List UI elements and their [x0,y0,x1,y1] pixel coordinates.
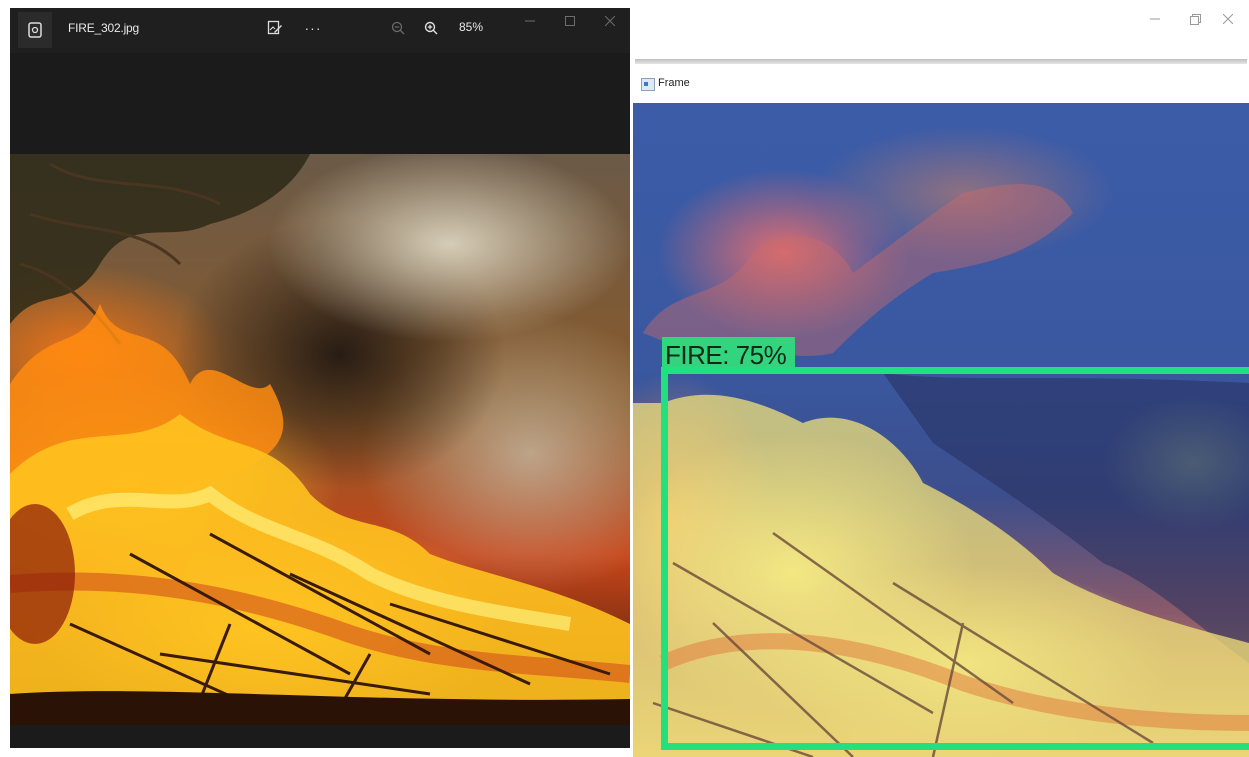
more-options-icon[interactable]: ··· [302,17,324,39]
viewer-titlebar: FIRE_302.jpg ··· 85% [10,8,630,53]
detection-label: FIRE: 75% [665,340,787,370]
minimize-icon[interactable] [515,10,545,32]
maximize-icon[interactable] [555,10,585,32]
frame-window: Frame FIRE: 75% [633,0,1249,757]
outer-close-icon[interactable] [1213,8,1243,30]
photo-app-icon[interactable] [18,12,52,48]
zoom-out-icon[interactable] [387,17,409,39]
frame-title: Frame [658,77,690,89]
window-border [635,59,1247,64]
zoom-in-icon[interactable] [420,17,442,39]
outer-restore-icon[interactable] [1180,8,1210,30]
photo-viewer-window: FIRE_302.jpg ··· 85% [10,8,630,748]
fire-photo [10,154,630,725]
detection-bounding-box [661,367,1249,750]
file-name: FIRE_302.jpg [68,21,139,35]
close-icon[interactable] [595,10,625,32]
camera-frame: FIRE: 75% [633,103,1249,757]
zoom-level: 85% [459,20,484,34]
frame-window-icon [641,78,655,91]
edit-image-icon[interactable] [264,17,286,39]
viewer-bottom-bar [10,725,630,748]
outer-minimize-icon[interactable] [1140,8,1170,30]
